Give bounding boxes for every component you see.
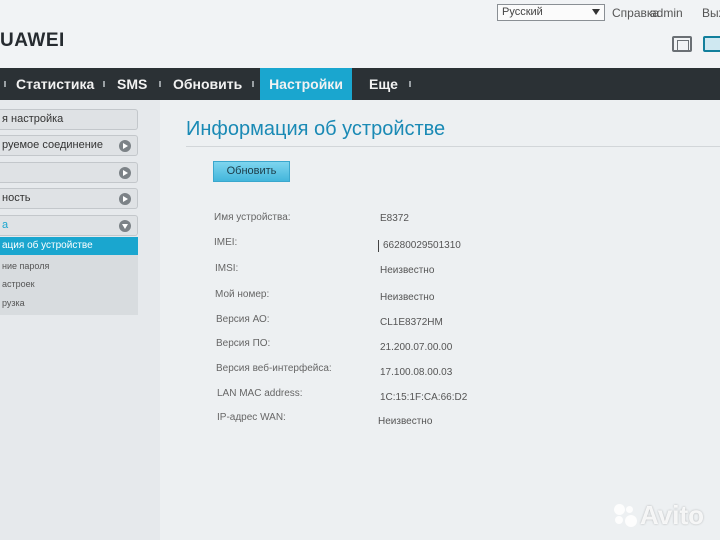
sidebar-item-quick-setup[interactable]: я настройка: [0, 109, 138, 130]
update-button[interactable]: Обновить: [213, 161, 290, 182]
info-value-device-name: E8372: [380, 213, 409, 224]
nav-separator: [252, 81, 254, 87]
submenu-item-restore-settings[interactable]: астроек: [0, 275, 138, 293]
main-nav: Статистика SMS Обновить Настройки Еще: [0, 68, 720, 100]
sidebar-submenu: ация об устройстве ние пароля астроек ру…: [0, 237, 138, 315]
info-value-sw-version: 21.200.07.00.00: [380, 342, 453, 353]
sidebar-item-network[interactable]: [0, 162, 138, 183]
submenu-item-device-info[interactable]: ация об устройстве: [0, 237, 138, 255]
sidebar-item-label: а: [2, 219, 9, 231]
language-select[interactable]: Русский: [497, 4, 605, 21]
nav-tab-statistics[interactable]: Статистика: [16, 68, 94, 100]
chevron-right-icon: [119, 140, 131, 152]
info-label-sw-version: Версия ПО:: [216, 338, 271, 349]
sidebar-item-label: я настройка: [2, 113, 64, 125]
info-label-hw-version: Версия АО:: [216, 314, 270, 325]
chevron-right-icon: [119, 167, 131, 179]
info-label-device-name: Имя устройства:: [214, 212, 291, 223]
monitor-icon[interactable]: [703, 36, 720, 52]
submenu-item-reboot[interactable]: рузка: [0, 294, 138, 312]
page-title: Информация об устройстве: [186, 118, 446, 140]
logout-link[interactable]: Выход: [702, 6, 720, 20]
brand-logo: UAWEI: [0, 30, 65, 51]
title-divider: [186, 146, 720, 147]
info-value-imsi: Неизвестно: [380, 265, 435, 276]
window-restore-icon[interactable]: [672, 36, 692, 52]
info-value-hw-version: CL1E8372HM: [380, 317, 443, 328]
nav-separator: [4, 81, 6, 87]
sidebar-item-label: ность: [2, 192, 31, 204]
admin-user-link[interactable]: admin: [650, 6, 683, 20]
info-value-web-version: 17.100.08.00.03: [380, 367, 453, 378]
nav-tab-more[interactable]: Еще: [369, 68, 398, 100]
chevron-down-icon: [592, 9, 600, 15]
chevron-right-icon: [119, 193, 131, 205]
info-value-wan-ip: Неизвестно: [378, 416, 433, 427]
info-label-my-number: Мой номер:: [215, 289, 270, 300]
info-label-web-version: Версия веб-интерфейса:: [216, 363, 332, 374]
top-bar: Русский Справка admin Выход UAWEI: [0, 0, 720, 68]
info-label-imsi: IMSI:: [215, 263, 239, 274]
nav-separator: [409, 81, 411, 87]
nav-separator: [103, 81, 105, 87]
info-value-lan-mac: 1C:15:1F:CA:66:D2: [380, 392, 468, 403]
nav-tab-settings[interactable]: Настройки: [260, 68, 352, 100]
submenu-item-change-password[interactable]: ние пароля: [0, 257, 138, 275]
nav-tab-sms[interactable]: SMS: [117, 68, 147, 100]
nav-separator: [159, 81, 161, 87]
mouse-cursor-icon: [378, 240, 383, 252]
sidebar-item-system[interactable]: а: [0, 215, 138, 236]
watermark-text: Avito: [640, 500, 705, 530]
sidebar-item-label: руемое соединение: [2, 139, 104, 151]
nav-tab-update[interactable]: Обновить: [173, 68, 242, 100]
sidebar-item-dialup[interactable]: руемое соединение: [0, 135, 138, 156]
info-label-imei: IMEI:: [214, 237, 238, 248]
avito-logo-icon: [614, 504, 638, 528]
info-label-lan-mac: LAN MAC address:: [217, 388, 303, 399]
info-value-imei: 66280029501310: [383, 240, 461, 251]
sidebar-item-security[interactable]: ность: [0, 188, 138, 209]
chevron-down-icon: [119, 220, 131, 232]
info-label-wan-ip: IP-адрес WAN:: [217, 412, 286, 423]
info-value-my-number: Неизвестно: [380, 292, 435, 303]
language-select-value: Русский: [502, 6, 543, 18]
sidebar: я настройка руемое соединение ность а: [0, 100, 142, 540]
